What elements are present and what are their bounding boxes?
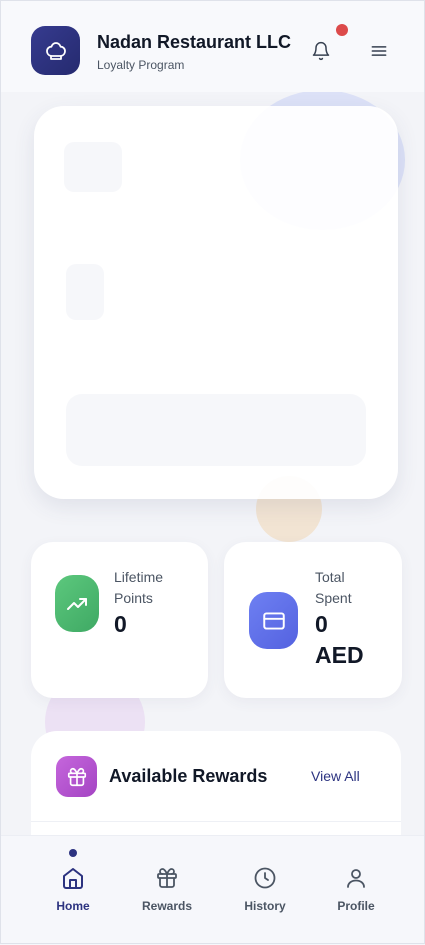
nav-item-profile[interactable]: Profile <box>311 836 401 945</box>
nav-label-home: Home <box>56 899 90 913</box>
available-rewards-title: Available Rewards <box>109 766 268 786</box>
card-placeholder-progress <box>66 394 366 466</box>
nav-item-home[interactable]: Home <box>28 836 118 945</box>
lifetime-points-card: Lifetime Points 0 <box>31 542 208 698</box>
bottom-navigation: Home Rewards History Profile <box>0 835 425 945</box>
credit-card-icon <box>249 592 298 649</box>
notifications-button[interactable] <box>306 36 336 66</box>
menu-button[interactable] <box>364 36 394 66</box>
home-icon <box>63 868 83 889</box>
nav-label-profile: Profile <box>337 899 375 913</box>
rewards-gift-icon <box>56 756 97 797</box>
trending-up-icon <box>55 575 99 632</box>
card-placeholder-avatar <box>64 142 122 192</box>
bell-icon <box>312 41 330 61</box>
active-indicator <box>69 849 77 857</box>
notification-badge <box>336 24 348 36</box>
card-placeholder-points <box>66 264 104 320</box>
lifetime-points-label: Lifetime Points <box>114 569 164 606</box>
lifetime-points-value: 0 <box>114 611 127 637</box>
restaurant-name: Nadan Restaurant LLC <box>97 32 292 52</box>
gift-icon <box>157 868 177 888</box>
view-all-link[interactable]: View All <box>311 768 360 784</box>
total-spent-card: Total Spent 0 AED <box>224 542 402 698</box>
program-subtitle: Loyalty Program <box>97 58 185 72</box>
nav-label-history: History <box>244 899 286 913</box>
total-spent-value: 0 AED <box>315 611 364 668</box>
clock-icon <box>254 867 276 889</box>
user-icon <box>347 869 365 888</box>
logo-chef-hat-icon <box>31 26 80 75</box>
nav-label-rewards: Rewards <box>141 899 193 913</box>
loyalty-card <box>34 106 398 499</box>
app-header: Nadan Restaurant LLC Loyalty Program <box>0 0 425 92</box>
rewards-divider <box>31 821 401 822</box>
total-spent-label: Total Spent <box>315 569 352 606</box>
nav-item-rewards[interactable]: Rewards <box>122 836 212 945</box>
hamburger-menu-icon <box>371 46 387 56</box>
nav-item-history[interactable]: History <box>220 836 310 945</box>
